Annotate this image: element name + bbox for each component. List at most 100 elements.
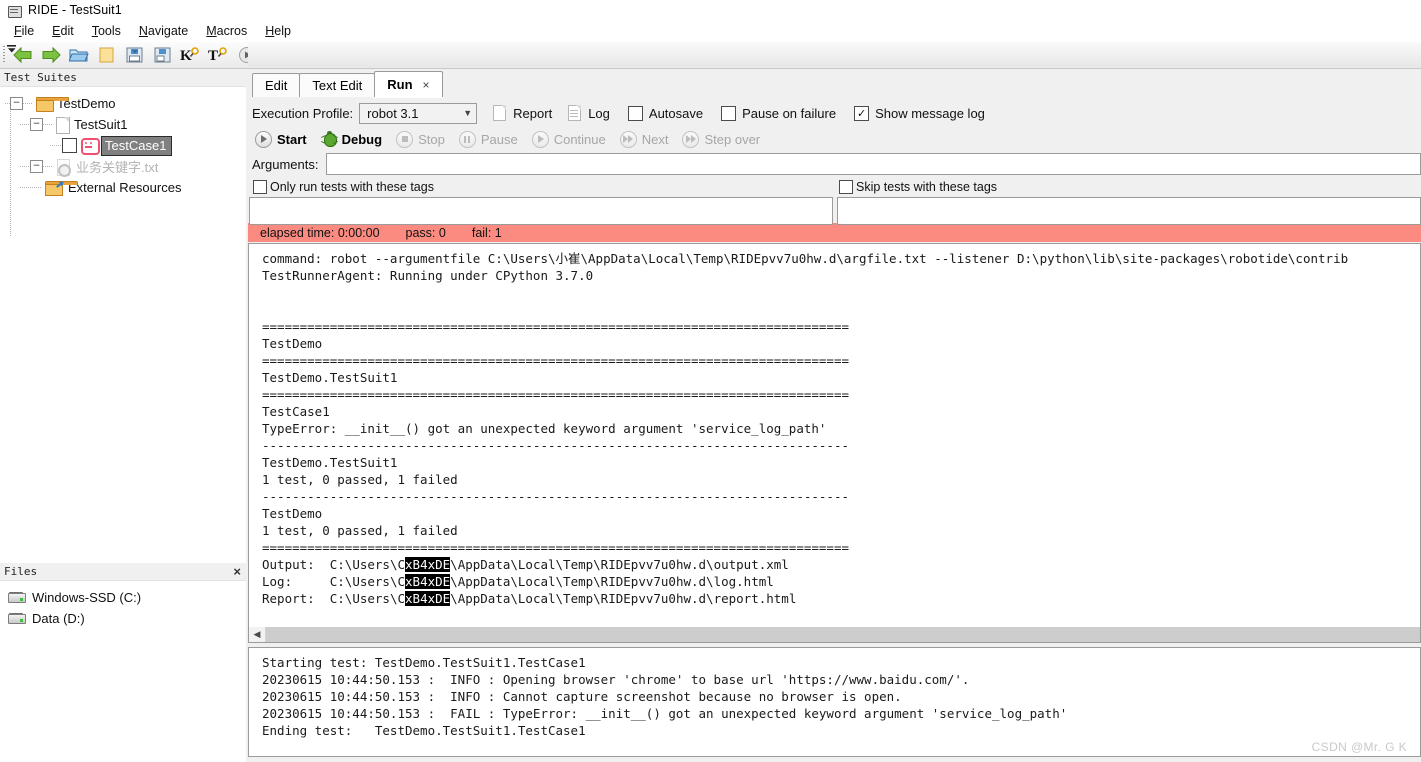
list-item[interactable]: Windows-SSD (C:) xyxy=(8,587,246,608)
list-item[interactable]: Data (D:) xyxy=(8,608,246,629)
autosave-checkbox[interactable]: Autosave xyxy=(627,105,704,121)
bug-icon xyxy=(320,131,338,147)
console-line-summary: 1 test, 0 passed, 1 failed xyxy=(262,523,458,538)
menu-help[interactable]: Help xyxy=(256,22,300,40)
console-horizontal-scrollbar[interactable]: ◀ xyxy=(248,627,1421,643)
fail-count-label: fail: 1 xyxy=(471,225,502,240)
close-icon[interactable]: × xyxy=(233,565,241,578)
testcase-icon xyxy=(81,138,100,155)
close-icon[interactable]: × xyxy=(423,78,430,92)
toolbar-save-all-button[interactable] xyxy=(149,43,177,67)
stop-label: Stop xyxy=(418,131,445,147)
files-list[interactable]: Windows-SSD (C:) Data (D:) xyxy=(0,581,246,629)
toolbar-open-folder-button[interactable] xyxy=(65,43,93,67)
console-sep: ========================================… xyxy=(262,319,849,334)
console-path-prefix: C:\Users\C xyxy=(329,557,406,572)
menu-tools[interactable]: Tools xyxy=(83,22,130,40)
tree-item-resource[interactable]: − 业务关键字.txt xyxy=(0,156,246,177)
debug-button[interactable]: Debug xyxy=(320,131,383,147)
console-output-file: output.xml xyxy=(713,557,789,572)
run-controls-row: Start Debug Stop Pause Continue Next Ste… xyxy=(248,127,1421,151)
toolbar-save-button[interactable] xyxy=(121,43,149,67)
drive-icon xyxy=(8,613,26,624)
files-panel: Files × Windows-SSD (C:) Data (D:) xyxy=(0,563,246,762)
execution-profile-select[interactable]: robot 3.1 ▼ xyxy=(359,102,478,124)
log-button[interactable]: Log xyxy=(568,105,610,121)
tree-item-external-resources[interactable]: External Resources xyxy=(0,177,246,198)
tree-item-testsuit1[interactable]: − TestSuit1 xyxy=(0,114,246,135)
console-path-mid: \AppData\Local\Temp\RIDEpvv7u0hw.d\ xyxy=(450,557,714,572)
report-icon xyxy=(493,105,507,121)
autosave-label: Autosave xyxy=(648,105,704,121)
console-path-mid: \AppData\Local\Temp\RIDEpvv7u0hw.d\ xyxy=(450,591,714,606)
message-log-panel[interactable]: Starting test: TestDemo.TestSuit1.TestCa… xyxy=(248,647,1421,757)
toolbar-search-test-button[interactable]: T xyxy=(205,43,233,67)
tree-expander-resource[interactable]: − xyxy=(30,160,43,173)
menu-edit[interactable]: Edit xyxy=(43,22,83,40)
start-button[interactable]: Start xyxy=(255,130,307,148)
only-run-tags-input[interactable] xyxy=(249,197,833,225)
console-log-label: Log: xyxy=(262,574,293,589)
tree-item-testcase1[interactable]: TestCase1 xyxy=(0,135,246,156)
scroll-left-icon[interactable]: ◀ xyxy=(249,627,266,642)
tree-expander-testsuit1[interactable]: − xyxy=(30,118,43,131)
next-label: Next xyxy=(641,131,669,147)
test-suites-tree[interactable]: − TestDemo − TestSuit1 TestCase1 − 业务关键字… xyxy=(0,87,246,563)
tag-filter-labels-row: Only run tests with these tags Skip test… xyxy=(248,177,1421,197)
menu-macros[interactable]: Macros xyxy=(197,22,256,40)
stop-icon xyxy=(396,130,414,148)
menu-macros-rest: acros xyxy=(216,24,248,38)
toolbar-search-keyword-button[interactable]: K xyxy=(177,43,205,67)
tab-edit-label: Edit xyxy=(265,78,288,93)
console-line-finished: test finished 20230615 10:44:50 xyxy=(262,625,495,627)
skip-tags-checkbox[interactable]: Skip tests with these tags xyxy=(835,177,1421,197)
console-sep: ========================================… xyxy=(262,540,849,555)
console-output-label: Output: xyxy=(262,557,315,572)
console-output[interactable]: command: robot --argumentfile C:\Users\小… xyxy=(248,243,1421,627)
menu-navigate[interactable]: Navigate xyxy=(130,22,197,40)
svg-text:T: T xyxy=(208,48,218,64)
tab-text-edit[interactable]: Text Edit xyxy=(299,73,376,97)
tab-run-label: Run xyxy=(387,77,413,92)
menu-file-rest: ile xyxy=(21,24,35,38)
app-icon xyxy=(8,4,22,18)
toolbar-overflow-icon[interactable] xyxy=(6,41,18,53)
console-log-file: log.html xyxy=(713,574,774,589)
console-path-hl1: xB4 xyxy=(405,574,428,589)
tree-expander-testdemo[interactable]: − xyxy=(10,97,23,110)
toolbar-filler xyxy=(248,42,1421,67)
tree-item-testdemo[interactable]: − TestDemo xyxy=(0,93,246,114)
report-button[interactable]: Report xyxy=(493,105,552,121)
console-line-suite: TestDemo.TestSuit1 xyxy=(262,455,398,470)
tab-run[interactable]: Run × xyxy=(374,71,443,97)
pause-on-failure-checkbox[interactable]: Pause on failure xyxy=(721,105,836,121)
next-button: Next xyxy=(619,130,669,148)
show-message-log-checkbox[interactable]: ✓ Show message log xyxy=(854,105,985,121)
tab-edit[interactable]: Edit xyxy=(252,73,301,97)
only-run-tags-checkbox[interactable]: Only run tests with these tags xyxy=(248,177,835,197)
step-over-icon xyxy=(682,130,700,148)
pause-label: Pause xyxy=(480,131,518,147)
checkbox-box xyxy=(627,105,643,121)
tree-label-external-resources: External Resources xyxy=(68,180,182,195)
watermark: CSDN @Mr. G K xyxy=(1311,740,1407,754)
drive-icon xyxy=(8,592,26,603)
files-item-label: Windows-SSD (C:) xyxy=(32,590,142,605)
window-title: RIDE - TestSuit1 xyxy=(28,3,122,17)
log-icon xyxy=(568,105,582,121)
debug-label: Debug xyxy=(341,131,383,147)
checkbox-box-checked: ✓ xyxy=(854,105,870,121)
scrollbar-thumb[interactable] xyxy=(266,627,1420,642)
console-path-hl2: xDE xyxy=(427,591,451,606)
toolbar-new-folder-button[interactable] xyxy=(93,43,121,67)
menu-file[interactable]: File xyxy=(5,22,43,40)
message-log-line: 20230615 10:44:50.153 : FAIL : TypeError… xyxy=(262,706,1068,721)
toolbar-forward-button[interactable] xyxy=(37,43,65,67)
skip-tags-input[interactable] xyxy=(837,197,1421,225)
files-panel-header: Files × xyxy=(0,563,246,581)
arguments-input[interactable] xyxy=(326,153,1421,175)
console-line-typeerror: TypeError: __init__() got an unexpected … xyxy=(262,421,827,436)
menu-edit-rest: dit xyxy=(60,24,74,38)
testcase-checkbox[interactable] xyxy=(62,138,77,153)
console-path-hl1: xB4 xyxy=(405,557,428,572)
